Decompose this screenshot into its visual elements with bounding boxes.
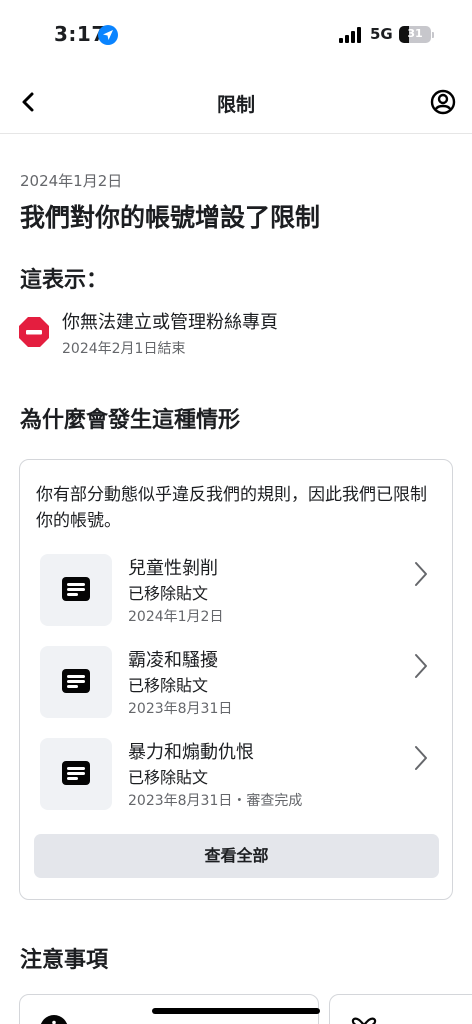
- battery-icon: 31: [399, 26, 431, 43]
- page-title: 限制: [216, 94, 255, 116]
- violation-thumbnail: [40, 554, 112, 626]
- post-icon: [62, 669, 90, 693]
- restriction-date: 2024年1月2日: [20, 172, 123, 190]
- violation-item[interactable]: 暴力和煽動仇恨 已移除貼文 2023年8月31日・審查完成: [40, 738, 440, 812]
- violations-card: 你有部分動態似乎違反我們的規則，因此我們已限制你的帳號。 兒童性剝削 已移除貼文…: [19, 459, 453, 900]
- battery-percent: 31: [407, 27, 423, 40]
- chevron-right-icon: [415, 746, 427, 770]
- violation-date: 2023年8月31日・審查完成: [128, 793, 303, 809]
- battery-nub: [432, 32, 434, 38]
- chevron-right-icon: [415, 562, 427, 586]
- account-circle-icon: [430, 89, 456, 115]
- violation-status: 已移除貼文: [128, 676, 209, 695]
- violation-thumbnail: [40, 738, 112, 810]
- violation-status: 已移除貼文: [128, 768, 209, 787]
- see-all-button[interactable]: 查看全部: [34, 834, 439, 878]
- ribbon-icon: [351, 1017, 377, 1024]
- notes-heading: 注意事項: [20, 948, 109, 973]
- restriction-item-end: 2024年2月1日結束: [62, 341, 186, 357]
- meaning-heading: 這表示：: [20, 268, 109, 293]
- post-icon: [62, 761, 90, 785]
- nav-bar: 限制: [0, 68, 472, 134]
- notes-card[interactable]: [329, 994, 472, 1024]
- info-icon: [40, 1015, 68, 1024]
- violation-item[interactable]: 兒童性剝削 已移除貼文 2024年1月2日: [40, 554, 440, 628]
- restriction-item-text: 你無法建立或管理粉絲專頁: [62, 312, 278, 333]
- violation-status: 已移除貼文: [128, 584, 209, 603]
- location-arrow-icon: [98, 25, 118, 45]
- violation-item[interactable]: 霸凌和騷擾 已移除貼文 2023年8月31日: [40, 646, 440, 720]
- chevron-right-icon: [415, 654, 427, 678]
- restriction-headline: 我們對你的帳號增設了限制: [20, 203, 321, 232]
- violation-date: 2024年1月2日: [128, 609, 224, 625]
- violation-title: 霸凌和騷擾: [128, 650, 218, 671]
- violations-description: 你有部分動態似乎違反我們的規則，因此我們已限制你的帳號。: [36, 485, 427, 531]
- violation-thumbnail: [40, 646, 112, 718]
- cellular-signal-icon: [339, 27, 363, 43]
- violation-title: 兒童性剝削: [128, 558, 218, 579]
- post-icon: [62, 577, 90, 601]
- stop-icon: [18, 316, 50, 348]
- status-bar: 3:17 5G 31: [0, 0, 472, 68]
- why-heading: 為什麼會發生這種情形: [20, 408, 241, 433]
- network-type: 5G: [370, 25, 393, 43]
- home-indicator: [152, 1008, 320, 1014]
- violation-date: 2023年8月31日: [128, 701, 233, 717]
- profile-button[interactable]: [430, 89, 456, 115]
- violation-title: 暴力和煽動仇恨: [128, 742, 254, 763]
